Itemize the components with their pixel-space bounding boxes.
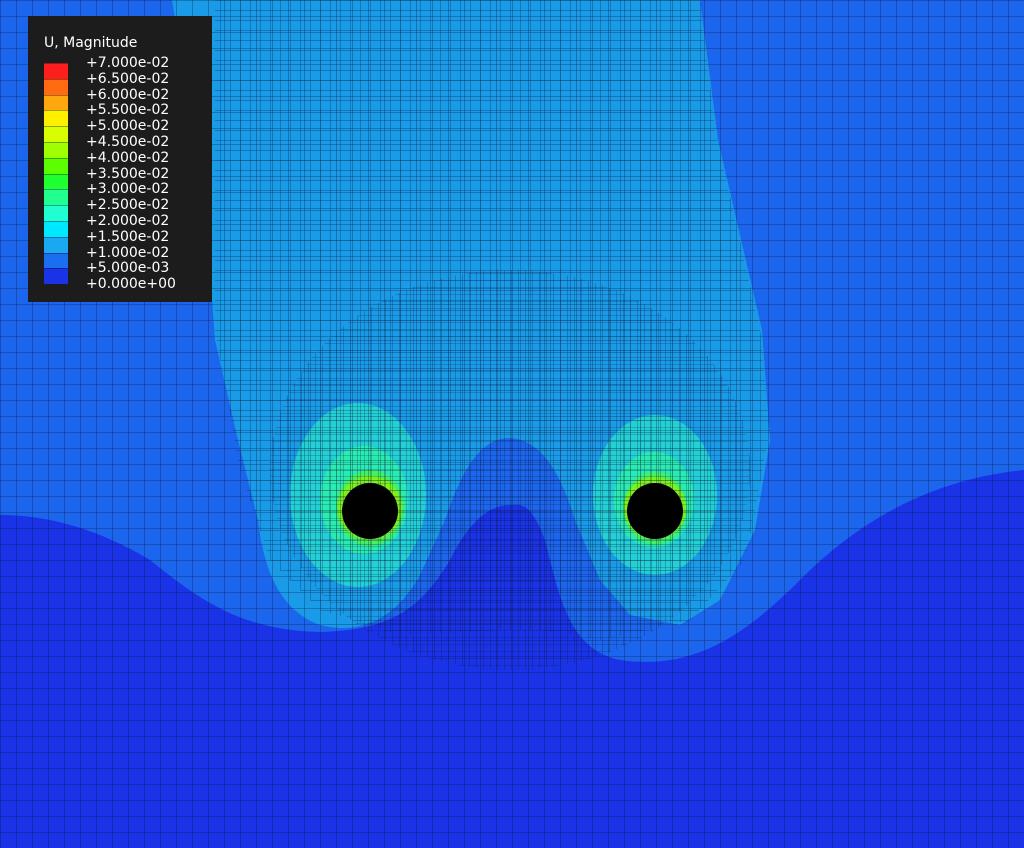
legend-swatch [44,252,68,269]
legend-title: U, Magnitude [44,35,138,51]
legend-scale: +7.000e-02 +6.500e-02 +6.000e-02 +5.500e-02… [44,55,212,292]
fea-contour-view: U, Magnitude +7.000e-02 +6.500e-02 +6.000e… [0,0,1024,848]
legend-label: +2.000e-02 [86,212,170,229]
legend-swatch [44,141,68,158]
legend-label: +1.500e-02 [86,228,170,245]
legend-label: +4.000e-02 [86,149,170,166]
legend-label: +3.500e-02 [86,165,170,182]
legend-swatch [44,110,68,127]
legend-label: +3.000e-02 [86,181,170,198]
color-legend: U, Magnitude +7.000e-02 +6.500e-02 +6.000e… [28,16,212,302]
legend-label: +5.000e-03 [86,260,170,277]
legend-label: +1.000e-02 [86,244,170,261]
legend-swatch [44,205,68,221]
hole-left[interactable] [342,483,398,539]
legend-swatch [44,78,68,95]
legend-label: +6.000e-02 [86,86,170,103]
legend-swatch [44,220,68,237]
legend-swatch [44,94,68,111]
legend-swatch [44,268,68,285]
legend-label: +5.000e-02 [86,118,170,135]
legend-label: +0.000e+00 [86,276,176,293]
legend-label: +7.000e-02 [86,55,170,71]
legend-label: +5.500e-02 [86,102,170,119]
legend-swatch [44,126,68,142]
legend-swatch [44,173,68,190]
legend-swatch [44,189,68,206]
mesh-fine-center [270,270,750,670]
legend-label: +6.500e-02 [86,70,170,87]
legend-row: +0.000e+00 [44,276,212,292]
legend-swatch [44,236,68,253]
legend-swatch [44,63,68,79]
legend-label: +2.500e-02 [86,197,170,214]
legend-swatch [44,157,68,174]
hole-right[interactable] [627,483,683,539]
legend-label: +4.500e-02 [86,133,170,150]
